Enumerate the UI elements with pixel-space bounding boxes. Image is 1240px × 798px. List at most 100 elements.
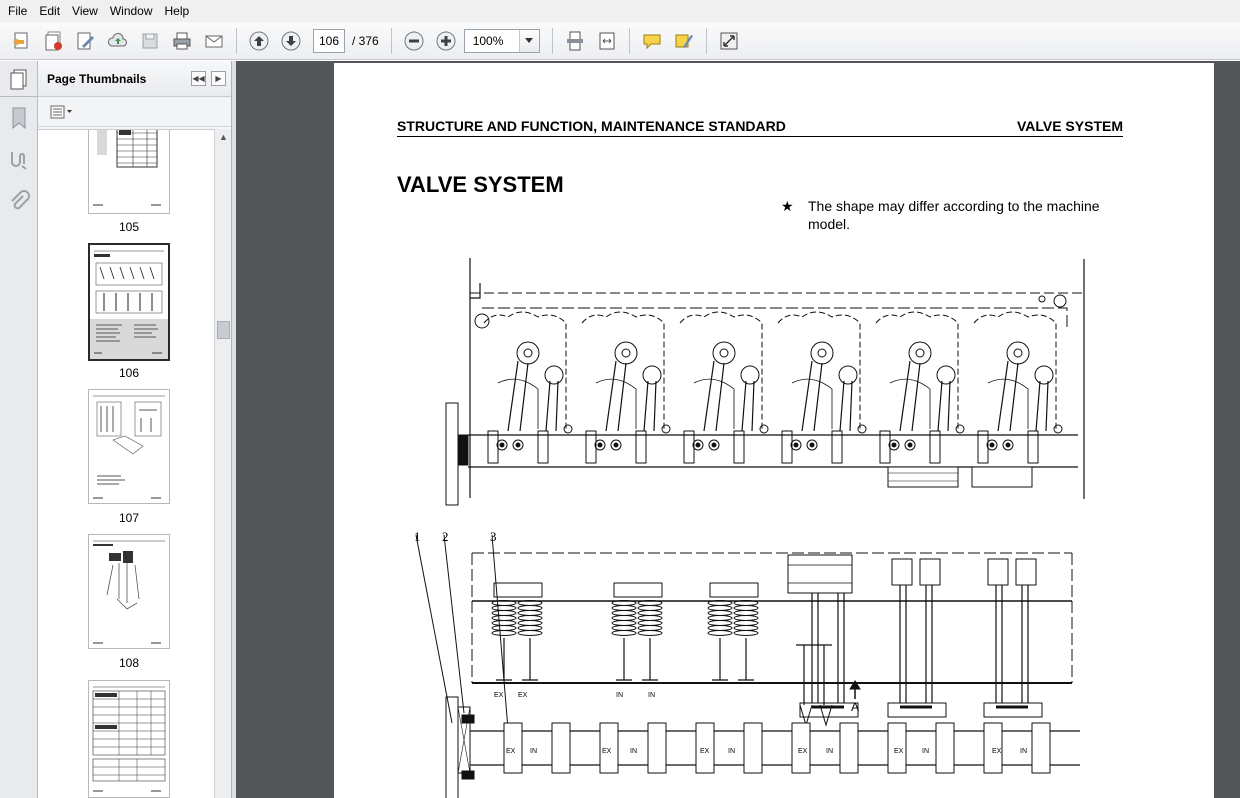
toolbar-divider: [390, 27, 392, 54]
thumbnails-panel: Page Thumbnails ◀◀ ▶ 105 106 107 108 ▲: [38, 61, 232, 798]
arrow-label-a: A: [851, 700, 859, 714]
print-button[interactable]: [168, 27, 196, 55]
panel-title: Page Thumbnails: [47, 71, 147, 86]
full-screen-button[interactable]: [715, 27, 743, 55]
thumbnail-label: 106: [118, 366, 140, 380]
toolbar-divider: [236, 27, 237, 54]
cam-lobe: [647, 722, 667, 774]
thumbnail-label: 107: [118, 511, 140, 525]
next-page-button[interactable]: [277, 27, 305, 55]
zoom-select[interactable]: 100%: [463, 28, 540, 53]
star-icon: ★: [781, 198, 794, 214]
rocker-assembly: [973, 311, 1063, 464]
bearing-block: [887, 466, 1033, 488]
page-number-input[interactable]: 106: [313, 28, 345, 53]
main-toolbar: 106 / 376 100%: [0, 22, 1240, 60]
zoom-out-button[interactable]: [400, 27, 428, 55]
fit-width-icon: [599, 32, 615, 49]
camshaft-label: IN: [530, 748, 537, 755]
zoom-in-button[interactable]: [432, 27, 460, 55]
comment-button[interactable]: [638, 27, 666, 55]
page-thumbnails-icon: [10, 69, 26, 89]
page-running-header: STRUCTURE AND FUNCTION, MAINTENANCE STAN…: [397, 118, 1123, 137]
upload-cloud-icon: [108, 32, 127, 46]
fit-page-button[interactable]: [561, 27, 589, 55]
attachments-tab[interactable]: [0, 181, 37, 223]
fit-width-button[interactable]: [593, 27, 621, 55]
cam-lobe: [743, 722, 763, 774]
note-text: The shape may differ according to the ma…: [808, 198, 1100, 232]
camshaft-label: EX: [992, 748, 1002, 755]
header-right-text: VALVE SYSTEM: [1016, 118, 1123, 134]
menu-help[interactable]: Help: [159, 0, 196, 22]
camshaft-label: IN: [1020, 748, 1027, 755]
callout-3: 3: [490, 529, 497, 544]
panel-menu-button[interactable]: ▶: [211, 71, 226, 86]
menu-window[interactable]: Window: [104, 0, 159, 22]
comment-icon: [643, 34, 661, 49]
bookmarks-icon: [12, 107, 25, 130]
save-icon: [142, 33, 158, 48]
zoom-value: 100%: [472, 33, 504, 48]
valve-label: EX: [518, 692, 528, 699]
valve-label: EX: [494, 692, 504, 699]
header-left-text: STRUCTURE AND FUNCTION, MAINTENANCE STAN…: [397, 118, 786, 134]
camshaft-label: IN: [630, 748, 637, 755]
thumbnail-page-107[interactable]: [88, 389, 170, 504]
page-thumbnails-tab[interactable]: [0, 61, 37, 97]
thumbnail-options-button[interactable]: [46, 103, 78, 121]
thumbnails-panel-header: Page Thumbnails ◀◀ ▶: [38, 61, 231, 97]
thumbnail-scrollbar[interactable]: ▲: [214, 129, 231, 798]
save-button[interactable]: [136, 27, 164, 55]
previous-page-button[interactable]: [245, 27, 273, 55]
signatures-tab[interactable]: [0, 139, 37, 181]
valve-assembly: [983, 558, 1043, 718]
highlight-button[interactable]: [670, 27, 698, 55]
options-menu-icon: [50, 105, 72, 118]
next-page-icon: [281, 31, 301, 50]
valve-system-drawing: 1 2 3 A EX EX IN IN EX IN EX IN EX IN EX…: [414, 258, 1085, 798]
toolbar-divider: [551, 27, 553, 54]
email-button[interactable]: [200, 27, 228, 55]
valve-assembly: [887, 558, 947, 718]
document-page: STRUCTURE AND FUNCTION, MAINTENANCE STAN…: [334, 63, 1214, 798]
attachments-icon: [10, 190, 30, 210]
highlight-icon: [675, 34, 693, 48]
edit-document-button[interactable]: [72, 27, 100, 55]
crosshead-bridge: [787, 554, 853, 594]
menu-edit[interactable]: Edit: [33, 0, 66, 22]
thumbnail-page-105[interactable]: [88, 130, 170, 214]
fit-page-icon: [566, 31, 583, 50]
valve-label: IN: [616, 692, 623, 699]
menu-view[interactable]: View: [66, 0, 104, 22]
camshaft-label: EX: [602, 748, 612, 755]
page-preview-image: [93, 395, 165, 499]
thumbnail-page-106[interactable]: [88, 243, 170, 361]
page-preview-image: [92, 686, 166, 792]
callout-1: 1: [414, 529, 421, 544]
zoom-in-icon: [436, 31, 456, 50]
thumbnail-page-108[interactable]: [88, 534, 170, 649]
valve-assembly: [611, 582, 663, 681]
rocker-assembly: [875, 311, 965, 464]
scrollbar-thumb[interactable]: [217, 321, 230, 339]
camshaft-label: IN: [728, 748, 735, 755]
bookmarks-tab[interactable]: [0, 97, 37, 139]
collapse-panel-button[interactable]: ◀◀: [191, 71, 206, 86]
menu-file[interactable]: File: [2, 0, 33, 22]
zoom-out-icon: [404, 31, 424, 50]
page-preview-image: [90, 245, 168, 354]
thumbnails-toolbar: [38, 97, 231, 127]
scroll-up-icon[interactable]: ▲: [218, 131, 229, 142]
email-icon: [205, 35, 223, 47]
upload-button[interactable]: [104, 27, 132, 55]
camshaft-label: EX: [798, 748, 808, 755]
chevron-down-icon[interactable]: [518, 29, 539, 52]
thumbnail-list: 105 106 107 108: [38, 129, 214, 798]
thumbnail-page-109[interactable]: [88, 680, 170, 798]
page-preview-image: [93, 130, 161, 206]
rocker-assembly: [483, 311, 573, 464]
create-pdf-button[interactable]: [8, 27, 36, 55]
combine-files-button[interactable]: [40, 27, 68, 55]
toolbar-divider: [628, 27, 630, 54]
